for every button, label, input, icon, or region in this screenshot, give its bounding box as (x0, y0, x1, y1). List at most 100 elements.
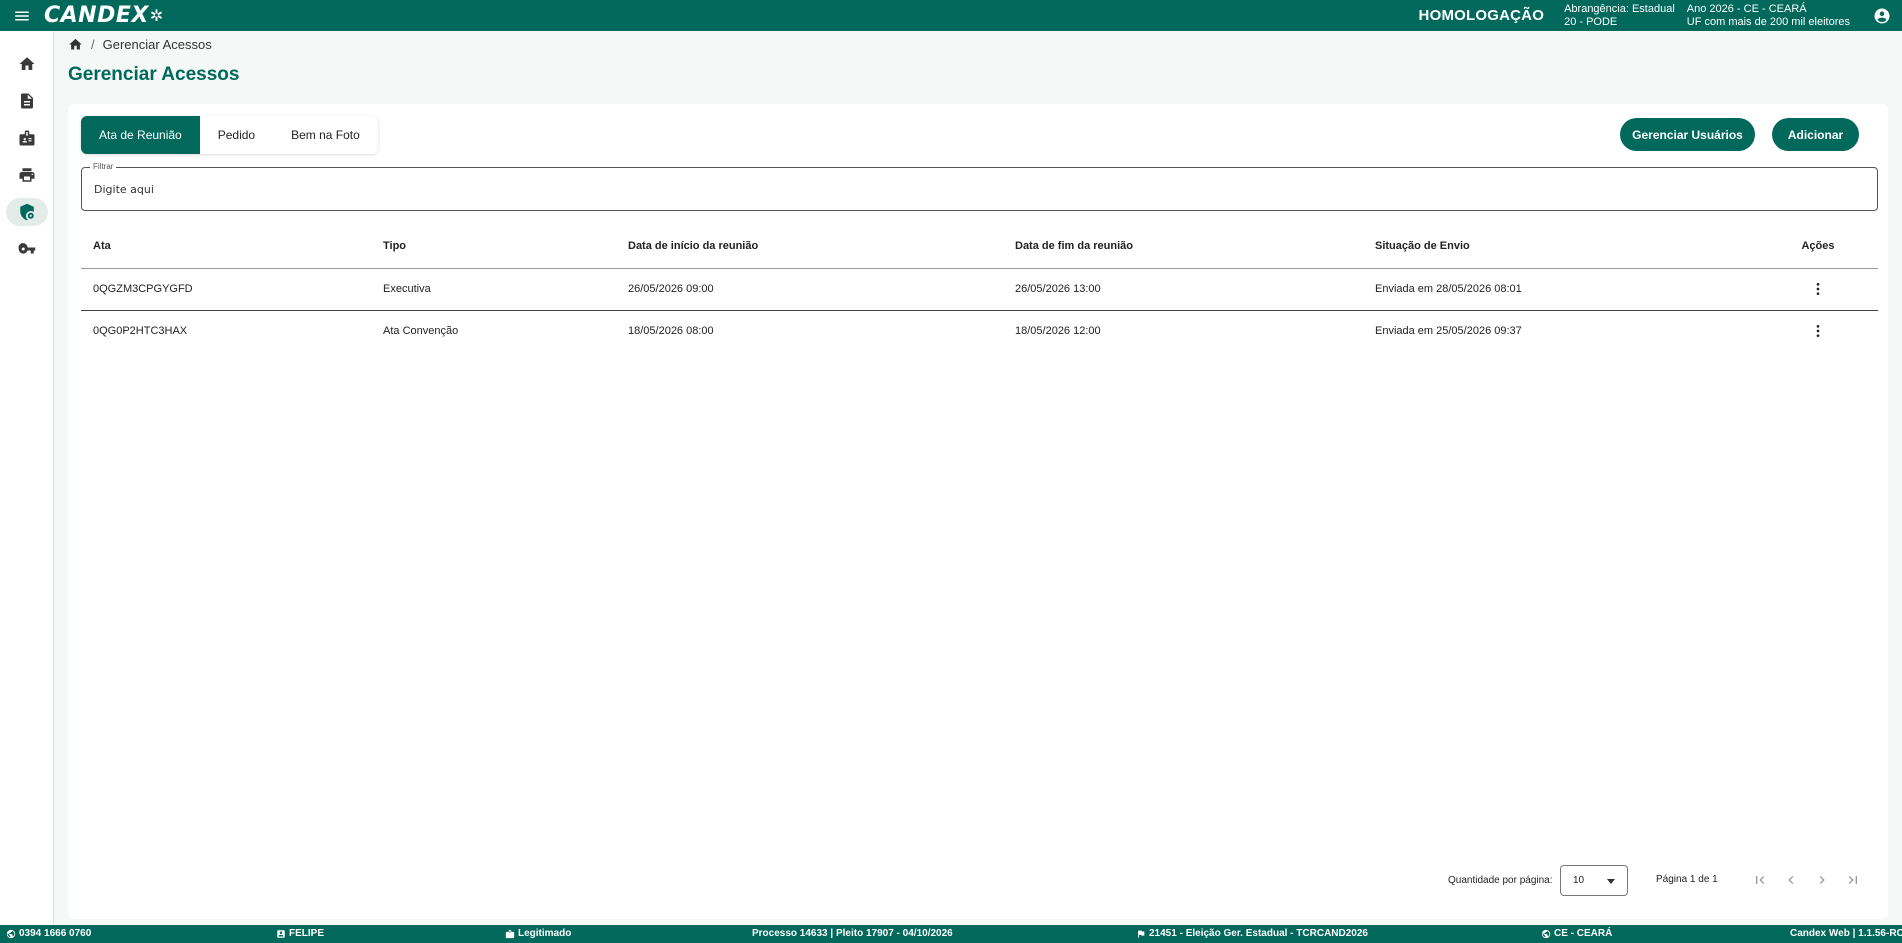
status-footer: 0394 1666 0760 FELIPE Legitimado Process… (0, 925, 1902, 943)
column-header-ata[interactable]: Ata (81, 225, 371, 269)
footer-phone-text: 0394 1666 0760 (19, 928, 92, 939)
footer-uf: CE - CEARÁ (1541, 928, 1612, 939)
footer-status: Legitimado (505, 928, 571, 939)
row-actions-button[interactable] (1806, 277, 1830, 301)
chevron-left-icon (1788, 876, 1794, 884)
sidebar-item-home[interactable] (6, 50, 48, 78)
sidebar-item-documents[interactable] (6, 87, 48, 115)
manage-users-button[interactable]: Gerenciar Usuários (1620, 118, 1755, 151)
environment-label: HOMOLOGAÇÃO (1418, 7, 1545, 24)
home-icon (19, 57, 35, 70)
cell-situacao: Enviada em 28/05/2026 08:01 (1363, 268, 1758, 311)
tab-pedido[interactable]: Pedido (200, 116, 273, 154)
main-card: Ata de Reunião Pedido Bem na Foto Gerenc… (68, 104, 1888, 919)
account-button[interactable] (1862, 7, 1902, 25)
last-page-icon (1848, 876, 1857, 884)
cell-inicio: 26/05/2026 09:00 (616, 268, 1003, 311)
tab-bem-na-foto[interactable]: Bem na Foto (273, 116, 378, 154)
footer-election: 21451 - Eleição Ger. Estadual - TCRCAND2… (1136, 928, 1368, 939)
cell-inicio: 18/05/2026 08:00 (628, 325, 714, 338)
printer-icon (19, 168, 35, 182)
cell-situacao: Enviada em 25/05/2026 09:37 (1375, 325, 1522, 338)
filter-input[interactable] (82, 168, 1877, 210)
sidebar-item-keys[interactable] (6, 235, 48, 263)
footer-user: FELIPE (276, 928, 324, 939)
home-icon[interactable] (68, 37, 83, 52)
user-badge-icon (277, 929, 285, 938)
year-line-1: Ano 2026 - CE - CEARÁ (1686, 2, 1807, 15)
previous-page-button[interactable] (1781, 870, 1801, 890)
key-icon (18, 243, 36, 254)
filter-label: Filtrar (90, 162, 117, 171)
id-badge-icon (19, 130, 35, 146)
scope-info: Abrangência: Estadual 20 - PODE (1564, 3, 1675, 29)
scope-line-2: 20 - PODE (1564, 15, 1618, 28)
app-logo: CANDEX ✲ (44, 3, 164, 28)
cell-tipo: Executiva (371, 268, 616, 311)
per-page-select[interactable]: 10 (1560, 865, 1628, 896)
column-header-inicio[interactable]: Data de início da reunião (616, 225, 1003, 269)
cell-ata: 0QG0P2HTC3HAX (93, 325, 188, 338)
first-page-icon (1756, 876, 1765, 884)
cell-fim: 18/05/2026 12:00 (1015, 325, 1101, 338)
footer-user-text: FELIPE (289, 928, 325, 939)
footer-status-text: Legitimado (518, 928, 572, 939)
add-button[interactable]: Adicionar (1772, 118, 1859, 151)
breadcrumb-current: Gerenciar Acessos (102, 37, 212, 52)
account-circle-icon (1874, 8, 1890, 23)
per-page-value: 10 (1573, 875, 1585, 886)
id-badge-icon (505, 929, 515, 938)
globe-icon (6, 929, 16, 938)
document-icon (21, 93, 33, 109)
column-header-situacao[interactable]: Situação de Envio (1363, 225, 1758, 269)
table-row[interactable]: 0QG0P2HTC3HAX Ata Convenção 18/05/2026 0… (81, 310, 1878, 352)
cell-acoes (1758, 310, 1878, 352)
next-page-button[interactable] (1812, 870, 1832, 890)
table-row[interactable]: 0QGZM3CPGYGFD Executiva 26/05/2026 09:00… (81, 268, 1878, 311)
menu-button[interactable] (0, 0, 44, 31)
menu-icon (15, 11, 29, 20)
breadcrumb-separator: / (91, 37, 95, 52)
scope-line-1: Abrangência: Estadual (1564, 2, 1675, 15)
cell-fim: 26/05/2026 13:00 (1003, 268, 1363, 311)
chevron-right-icon (1819, 876, 1825, 884)
sidebar-nav (0, 31, 54, 925)
page-info: Página 1 de 1 (1656, 874, 1718, 885)
tab-bar: Ata de Reunião Pedido Bem na Foto (81, 116, 378, 154)
first-page-button[interactable] (1750, 870, 1770, 890)
page-title: Gerenciar Acessos (68, 64, 240, 85)
top-app-bar: CANDEX ✲ HOMOLOGAÇÃO Abrangência: Estadua… (0, 0, 1902, 31)
flag-icon (1138, 930, 1145, 938)
chevron-down-icon (1607, 879, 1615, 884)
shield-gear-icon (20, 203, 34, 221)
footer-uf-text: CE - CEARÁ (1554, 928, 1613, 939)
column-header-fim[interactable]: Data de fim da reunião (1003, 225, 1363, 269)
last-page-button[interactable] (1843, 870, 1863, 890)
sidebar-item-print[interactable] (6, 161, 48, 189)
paginator: Quantidade por página: 10 Página 1 de 1 (68, 863, 1888, 897)
cell-tipo: Ata Convenção (383, 325, 459, 338)
sidebar-item-access-management[interactable] (6, 198, 48, 226)
logo-star-icon: ✲ (149, 6, 164, 25)
table-header-row: Ata Tipo Data de início da reunião Data … (81, 225, 1878, 269)
logo-text: CANDEX (44, 3, 149, 28)
year-info: Ano 2026 - CE - CEARÁ UF com mais de 200… (1687, 3, 1850, 29)
footer-process: Processo 14633 | Pleito 17907 - 04/10/20… (752, 928, 953, 939)
footer-version-text: Candex Web | 1.1.56-RC (1790, 928, 1902, 939)
footer-phone: 0394 1666 0760 (6, 928, 91, 939)
more-vert-icon (1816, 283, 1820, 295)
more-vert-icon (1816, 325, 1820, 338)
globe-icon (1541, 929, 1551, 938)
footer-election-text: 21451 - Eleição Ger. Estadual - TCRCAND2… (1149, 928, 1368, 939)
row-actions-button[interactable] (1806, 319, 1830, 343)
year-line-2: UF com mais de 200 mil eleitores (1686, 15, 1850, 28)
cell-acoes (1758, 268, 1878, 311)
breadcrumb: / Gerenciar Acessos (68, 37, 212, 52)
footer-version: Candex Web | 1.1.56-RC (1790, 928, 1902, 939)
sidebar-item-candidates[interactable] (6, 124, 48, 152)
tab-ata-de-reuniao[interactable]: Ata de Reunião (81, 116, 200, 154)
column-header-tipo[interactable]: Tipo (371, 225, 616, 269)
per-page-label: Quantidade por página: (1448, 875, 1553, 886)
records-table: Ata Tipo Data de início da reunião Data … (81, 225, 1878, 352)
filter-field: Filtrar (81, 162, 1878, 211)
